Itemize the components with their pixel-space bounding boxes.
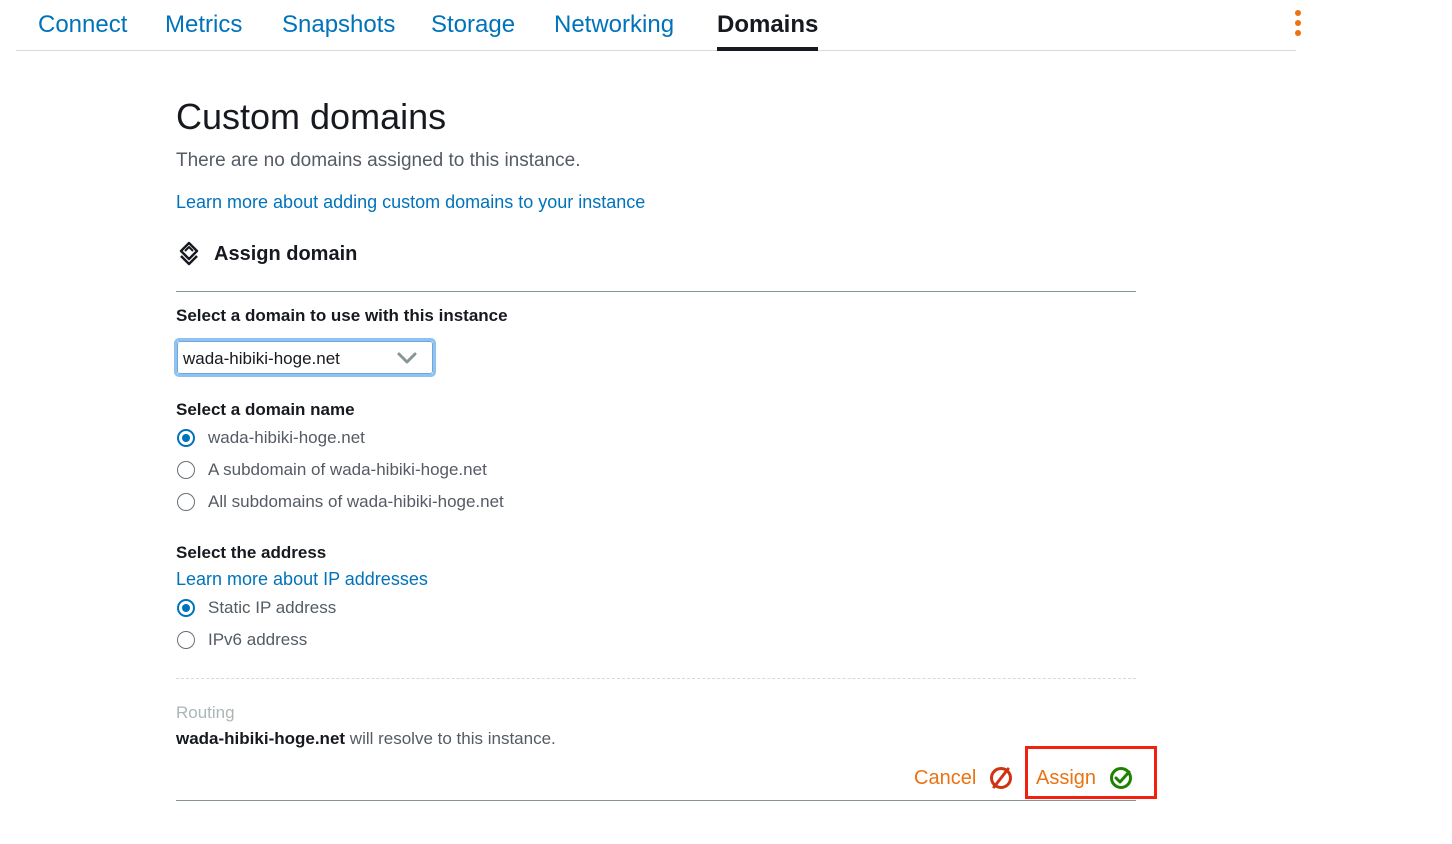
- tab-metrics[interactable]: Metrics: [165, 10, 242, 40]
- page-title: Custom domains: [176, 96, 447, 137]
- bottom-divider: [176, 800, 1136, 801]
- divider: [176, 291, 1136, 292]
- radio-subdomain[interactable]: A subdomain of wada-hibiki-hoge.net: [176, 459, 487, 481]
- check-circle-icon: [1110, 767, 1133, 789]
- tab-snapshots[interactable]: Snapshots: [282, 10, 395, 40]
- learn-more-domains-link[interactable]: Learn more about adding custom domains t…: [176, 192, 645, 213]
- routing-summary: wada-hibiki-hoge.net will resolve to thi…: [176, 729, 556, 749]
- radio-button[interactable]: [177, 429, 195, 447]
- cancel-label: Cancel: [914, 766, 977, 789]
- tab-networking[interactable]: Networking: [554, 10, 674, 40]
- routing-suffix: will resolve to this instance.: [345, 729, 556, 748]
- domain-name-label: Select a domain name: [176, 400, 355, 419]
- assign-button[interactable]: Assign: [1036, 764, 1134, 792]
- chevron-down-icon: [397, 352, 417, 364]
- learn-more-ip-link[interactable]: Learn more about IP addresses: [176, 569, 428, 590]
- radio-static-ip[interactable]: Static IP address: [176, 597, 336, 619]
- dashed-divider: [176, 678, 1136, 679]
- tab-domains[interactable]: Domains: [717, 10, 819, 51]
- radio-button[interactable]: [177, 493, 195, 511]
- routing-domain: wada-hibiki-hoge.net: [176, 729, 346, 748]
- section-title: Assign domain: [214, 242, 358, 265]
- kebab-menu-icon[interactable]: [1292, 10, 1304, 36]
- cancel-button[interactable]: Cancel: [914, 764, 1014, 792]
- tab-connect[interactable]: Connect: [38, 10, 127, 40]
- radio-button[interactable]: [177, 631, 195, 649]
- no-domains-message: There are no domains assigned to this in…: [176, 150, 581, 171]
- radio-button[interactable]: [177, 599, 195, 617]
- cancel-icon: [990, 767, 1013, 789]
- domain-icon: [179, 241, 199, 266]
- select-domain-label: Select a domain to use with this instanc…: [176, 306, 508, 325]
- tab-storage[interactable]: Storage: [431, 10, 515, 40]
- assign-domain-header: Assign domain: [176, 240, 357, 268]
- domain-select-value: wada-hibiki-hoge.net: [183, 349, 340, 368]
- radio-apex-domain[interactable]: wada-hibiki-hoge.net: [176, 427, 365, 449]
- address-label: Select the address: [176, 543, 327, 562]
- radio-ipv6[interactable]: IPv6 address: [176, 629, 307, 651]
- radio-button[interactable]: [177, 461, 195, 479]
- radio-all-subdomains[interactable]: All subdomains of wada-hibiki-hoge.net: [176, 491, 504, 513]
- assign-label: Assign: [1036, 766, 1097, 789]
- tab-bar: Connect Metrics Snapshots Storage Networ…: [16, 0, 1301, 51]
- routing-label: Routing: [176, 703, 235, 722]
- domain-select[interactable]: wada-hibiki-hoge.net: [174, 338, 436, 377]
